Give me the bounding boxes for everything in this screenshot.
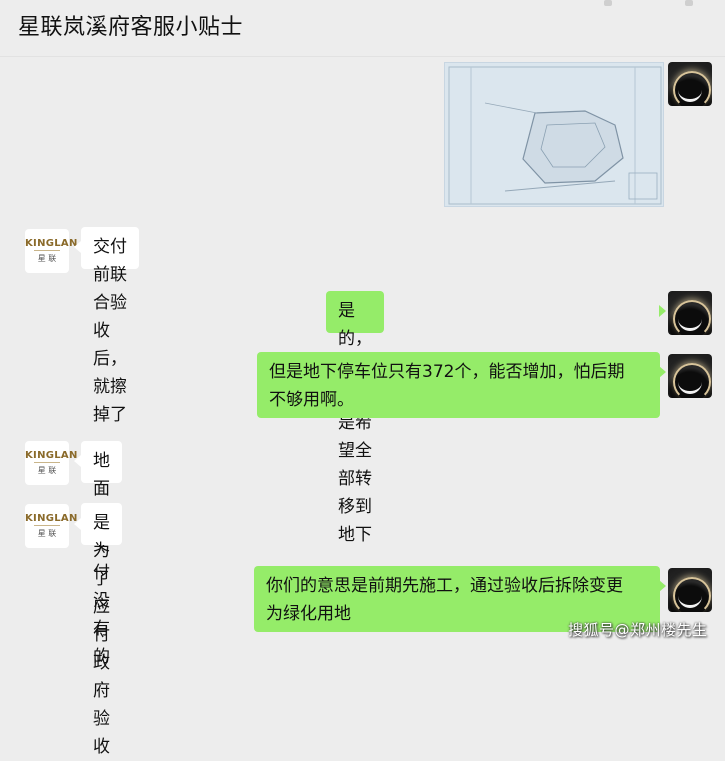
message-line: 不够用啊。: [269, 390, 354, 410]
message-bubble[interactable]: 是为了应付政府验收: [81, 503, 122, 757]
user-avatar[interactable]: [668, 354, 712, 398]
user-avatar[interactable]: [668, 568, 712, 612]
message-bubble[interactable]: 但是地下停车位只有372个，能否增加，怕后期 不够用啊。: [257, 352, 660, 418]
chat-title: 星联岚溪府客服小贴士: [18, 15, 244, 40]
user-avatar[interactable]: [668, 291, 712, 335]
site-plan-image[interactable]: [444, 62, 664, 207]
kinglan-avatar[interactable]: KINGLAN 星 联: [25, 229, 77, 273]
message-bubble[interactable]: 地面上交付没有的: [81, 441, 122, 667]
message-bubble[interactable]: 是的，所以现在是希望全部转移到地下: [326, 291, 384, 545]
chat-header: 星联岚溪府客服小贴士: [0, 0, 725, 57]
more-dot-icon[interactable]: [685, 0, 693, 6]
message-line: 但是地下停车位只有372个，能否增加，怕后期: [269, 362, 625, 382]
watermark: 搜狐号@郑州楼先生: [568, 621, 708, 639]
kinglan-avatar[interactable]: KINGLAN 星 联: [25, 504, 77, 548]
kinglan-avatar[interactable]: KINGLAN 星 联: [25, 441, 77, 485]
more-dot-icon[interactable]: [604, 0, 612, 6]
message-line: 你们的意思是前期先施工，通过验收后拆除变更: [266, 576, 623, 596]
user-avatar[interactable]: [668, 62, 712, 106]
message-bubble[interactable]: 交付前联合验收后，就擦掉了: [81, 227, 139, 425]
